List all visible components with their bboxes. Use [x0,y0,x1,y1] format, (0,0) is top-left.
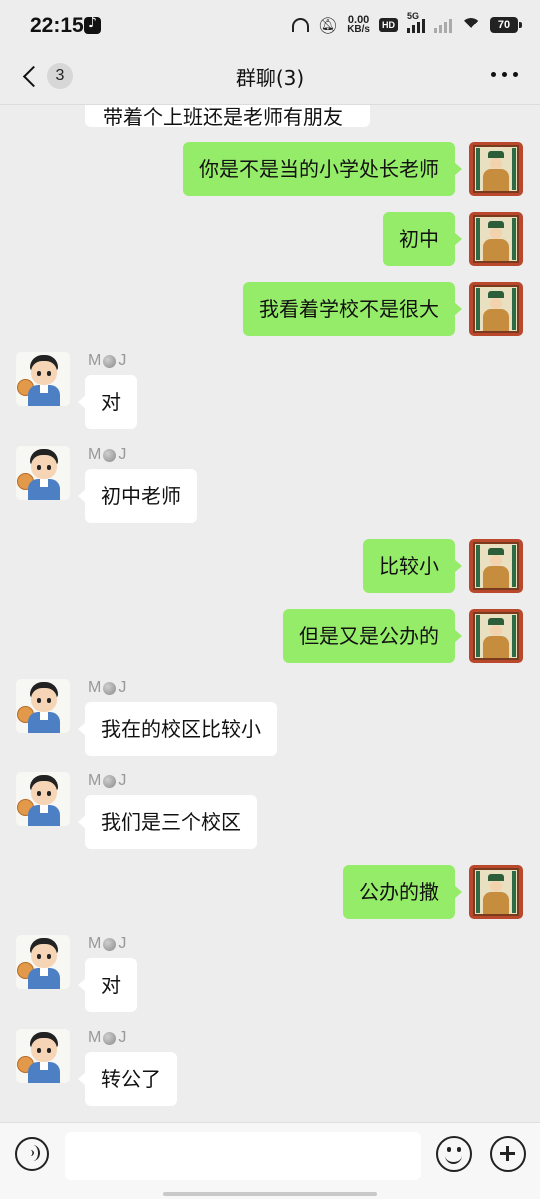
sender-name-prefix: M [88,679,102,696]
chevron-left-icon [22,65,45,87]
sender-name: MJ [88,446,126,464]
sender-name: MJ [88,772,126,790]
more-options-button[interactable] [491,72,518,77]
sender-name-suffix: J [118,352,127,369]
message-bubble[interactable]: 转公了 [78,1052,177,1106]
contact-avatar[interactable] [16,772,70,826]
my-avatar[interactable] [469,609,523,663]
ball-emoji-icon [103,774,117,788]
my-avatar[interactable] [469,539,523,593]
contact-avatar[interactable] [16,446,70,500]
ball-emoji-icon [103,937,117,951]
input-bar [0,1122,540,1199]
my-avatar[interactable] [469,212,523,266]
tiktok-notification-icon [84,15,101,34]
unread-count-badge: 3 [47,63,73,89]
ball-emoji-icon [103,354,117,368]
sender-name-prefix: M [88,1029,102,1046]
sender-name-suffix: J [118,679,127,696]
message-bubble[interactable]: 你是不是当的小学处长老师 [183,142,462,196]
hd-voice-icon: HD [379,18,398,32]
contact-avatar[interactable] [16,935,70,989]
smiley-face-icon [447,1147,451,1152]
my-avatar[interactable] [469,282,523,336]
contact-avatar[interactable] [16,679,70,733]
wifi-icon [461,18,481,32]
signal-secondary-icon [434,17,452,33]
message-bubble[interactable]: 初中 [383,212,462,266]
emoji-button[interactable] [436,1136,472,1172]
sender-name: MJ [88,935,126,953]
message-bubble[interactable]: 但是又是公办的 [283,609,462,663]
sender-name-suffix: J [118,935,127,952]
message-list[interactable]: 带着个上班还是老师有朋友 你是不是当的小学处长老师 初中 我看着学校不是很大 M… [0,105,540,1122]
signal-5g-icon: 5G [407,11,425,33]
battery-icon: 70 [490,17,522,33]
contact-avatar[interactable] [16,1029,70,1083]
network-speed: 0.00 KB/s [347,15,370,35]
message-bubble[interactable]: 公办的撒 [343,865,462,919]
sender-name-prefix: M [88,772,102,789]
contact-avatar[interactable] [16,352,70,406]
sender-name-suffix: J [118,1029,127,1046]
sender-name-prefix: M [88,446,102,463]
sender-name-prefix: M [88,352,102,369]
my-avatar[interactable] [469,865,523,919]
ball-emoji-icon [103,448,117,462]
message-bubble[interactable]: 我看着学校不是很大 [243,282,462,336]
message-bubble[interactable]: 对 [78,958,137,1012]
mute-bell-icon: 🔕︎ [317,15,339,35]
message-bubble[interactable]: 对 [78,375,137,429]
sender-name: MJ [88,352,126,370]
partial-message-text: 带着个上班还是老师有朋友 [103,105,343,127]
more-functions-button[interactable] [490,1136,526,1172]
sender-name-prefix: M [88,935,102,952]
status-bar: 22:15 🔕︎ 0.00 KB/s HD 5G 70 [0,0,540,50]
partial-message-bubble[interactable]: 带着个上班还是老师有朋友 [85,105,370,127]
network-speed-unit: KB/s [347,24,370,35]
back-button[interactable]: 3 [18,60,73,92]
message-bubble[interactable]: 我在的校区比较小 [78,702,277,756]
status-time: 22:15 [30,14,84,37]
voice-input-button[interactable] [15,1137,49,1171]
ball-emoji-icon [103,681,117,695]
message-bubble[interactable]: 初中老师 [78,469,197,523]
gauge-icon [291,18,309,32]
ball-emoji-icon [103,1031,117,1045]
home-indicator[interactable] [163,1192,377,1196]
my-avatar[interactable] [469,142,523,196]
sender-name: MJ [88,1029,126,1047]
sender-name: MJ [88,679,126,697]
sender-name-suffix: J [118,446,127,463]
message-bubble[interactable]: 我们是三个校区 [78,795,257,849]
status-icons: 🔕︎ 0.00 KB/s HD 5G 70 [291,11,522,37]
chat-title: 群聊(3) [235,66,305,90]
more-dots-icon [491,72,496,77]
chat-header: 3 群聊(3) [0,50,540,105]
message-bubble[interactable]: 比较小 [363,539,462,593]
message-input[interactable] [65,1132,421,1180]
network-type-label: 5G [407,11,420,21]
sender-name-suffix: J [118,772,127,789]
